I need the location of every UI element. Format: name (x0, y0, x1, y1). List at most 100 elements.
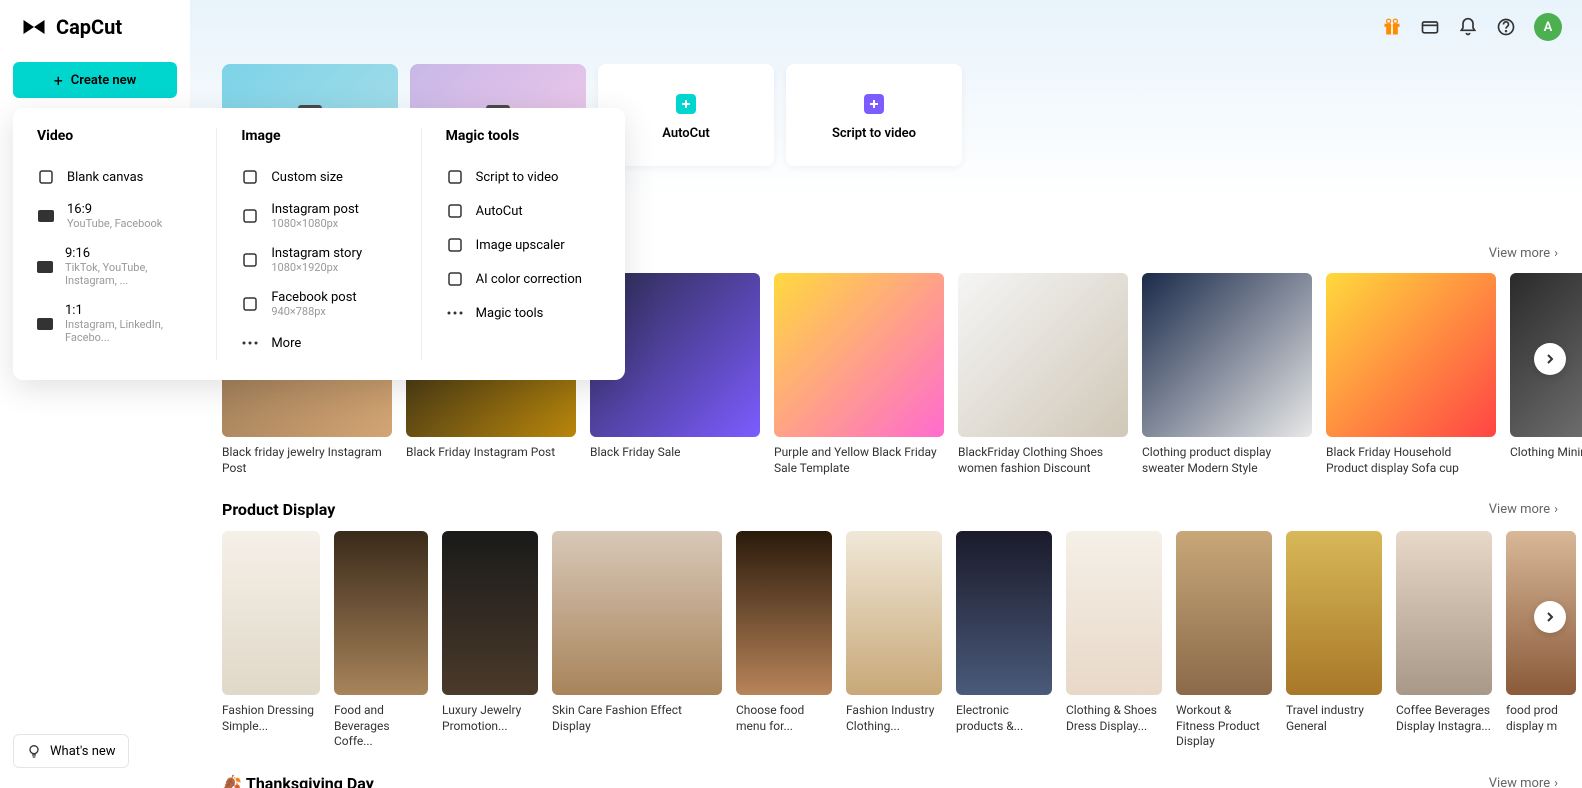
tile-label: Script to video (832, 126, 916, 141)
template-card[interactable]: Workout & Fitness Product Display (1176, 531, 1272, 750)
chevron-right-icon: › (1554, 246, 1558, 261)
dropdown-item-title: AutoCut (476, 204, 523, 219)
dropdown-heading: Video (37, 128, 192, 144)
whats-new-button[interactable]: What's new (13, 734, 129, 768)
plus-icon: + (54, 71, 63, 90)
template-title: Clothing Minimal (1510, 445, 1582, 461)
avatar[interactable]: A (1534, 13, 1562, 41)
template-card[interactable]: Electronic products &... (956, 531, 1052, 750)
template-title: Workout & Fitness Product Display (1176, 703, 1272, 750)
template-card[interactable]: Luxury Jewelry Promotion... (442, 531, 538, 750)
dropdown-item[interactable]: Image upscaler (446, 228, 601, 262)
dropdown-item[interactable]: Custom size (241, 160, 396, 194)
create-new-button[interactable]: + Create new (13, 62, 177, 98)
dropdown-item-title: Instagram story (271, 246, 362, 261)
instagram-icon (241, 251, 259, 269)
app-name: CapCut (56, 15, 122, 39)
template-card[interactable]: Coffee Beverages Display Instagra... (1396, 531, 1492, 750)
dropdown-item[interactable]: 9:16TikTok, YouTube, Instagram, ... (37, 238, 192, 295)
template-title: Black Friday Household Product display S… (1326, 445, 1496, 476)
view-more-link[interactable]: View more› (1489, 502, 1558, 517)
instagram-icon (241, 207, 259, 225)
template-card[interactable]: Choose food menu for... (736, 531, 832, 750)
template-thumbnail (1176, 531, 1272, 695)
template-title: food prod display m (1506, 703, 1576, 734)
dropdown-item[interactable]: More (241, 326, 396, 360)
dropdown-item-title: Custom size (271, 170, 343, 185)
dropdown-item[interactable]: 1:1Instagram, LinkedIn, Facebo... (37, 295, 192, 352)
template-card[interactable]: Skin Care Fashion Effect Display (552, 531, 722, 750)
template-title: Travel industry General (1286, 703, 1382, 734)
dropdown-item[interactable]: Facebook post940×788px (241, 282, 396, 326)
template-title: Fashion Industry Clothing... (846, 703, 942, 734)
template-card[interactable]: food prod display m (1506, 531, 1576, 750)
dropdown-item-subtitle: Instagram, LinkedIn, Facebo... (65, 318, 192, 344)
template-title: Electronic products &... (956, 703, 1052, 734)
template-card[interactable]: Purple and Yellow Black Friday Sale Temp… (774, 273, 944, 476)
view-more-link[interactable]: View more› (1489, 246, 1558, 261)
tile-label: AutoCut (662, 126, 710, 141)
dropdown-item[interactable]: Instagram post1080×1080px (241, 194, 396, 238)
template-card[interactable]: BlackFriday Clothing Shoes women fashion… (958, 273, 1128, 476)
ratio-1-1-icon (37, 315, 53, 333)
quick-tile[interactable]: Script to video (786, 64, 962, 166)
template-card[interactable]: Fashion Dressing Simple... (222, 531, 320, 750)
chevron-right-icon (1544, 353, 1556, 365)
dropdown-item[interactable]: 16:9YouTube, Facebook (37, 194, 192, 238)
template-title: Purple and Yellow Black Friday Sale Temp… (774, 445, 944, 476)
template-thumbnail (774, 273, 944, 437)
help-icon[interactable] (1496, 17, 1516, 37)
template-thumbnail (846, 531, 942, 695)
color-correction-icon (446, 270, 464, 288)
scroll-right-button[interactable] (1534, 601, 1566, 633)
template-title: Fashion Dressing Simple... (222, 703, 320, 734)
template-thumbnail (958, 273, 1128, 437)
bell-icon[interactable] (1458, 17, 1478, 37)
dropdown-item-title: 1:1 (65, 303, 192, 318)
scroll-right-button[interactable] (1534, 343, 1566, 375)
facebook-icon (241, 295, 259, 313)
dropdown-item-subtitle: 940×788px (271, 305, 356, 318)
template-thumbnail (1066, 531, 1162, 695)
whats-new-label: What's new (50, 744, 116, 759)
template-card[interactable]: Clothing & Shoes Dress Display... (1066, 531, 1162, 750)
card-icon[interactable] (1420, 17, 1440, 37)
custom-size-icon (241, 168, 259, 186)
dropdown-item-title: Magic tools (476, 306, 544, 321)
dropdown-item-subtitle: TikTok, YouTube, Instagram, ... (65, 261, 192, 287)
template-card[interactable]: Black Friday Household Product display S… (1326, 273, 1496, 476)
create-dropdown: Video Blank canvas16:9YouTube, Facebook9:… (13, 108, 625, 380)
gift-icon[interactable] (1382, 17, 1402, 37)
dropdown-heading: Image (241, 128, 396, 144)
template-card[interactable]: Travel industry General (1286, 531, 1382, 750)
template-card[interactable]: Clothing product display sweater Modern … (1142, 273, 1312, 476)
logo[interactable]: CapCut (20, 13, 122, 41)
more-icon (446, 304, 464, 322)
dropdown-item-title: Image upscaler (476, 238, 565, 253)
template-title: Black friday jewelry Instagram Post (222, 445, 392, 476)
template-card[interactable]: Fashion Industry Clothing... (846, 531, 942, 750)
template-thumbnail (334, 531, 428, 695)
dropdown-item[interactable]: AutoCut (446, 194, 601, 228)
dropdown-item[interactable]: Magic tools (446, 296, 601, 330)
section-title: Product Display (222, 500, 335, 519)
template-thumbnail (1396, 531, 1492, 695)
section-title: 🍂Thanksgiving Day (222, 774, 374, 788)
template-card[interactable]: Food and Beverages Coffe... (334, 531, 428, 750)
lightbulb-icon (26, 743, 42, 759)
template-thumbnail (222, 531, 320, 695)
view-more-link[interactable]: View more› (1489, 776, 1558, 788)
template-thumbnail (1142, 273, 1312, 437)
template-thumbnail (442, 531, 538, 695)
dropdown-item[interactable]: AI color correction (446, 262, 601, 296)
dropdown-item-subtitle: YouTube, Facebook (67, 217, 162, 230)
blank-canvas-icon (37, 168, 55, 186)
dropdown-item[interactable]: Blank canvas (37, 160, 192, 194)
dropdown-heading: Magic tools (446, 128, 601, 144)
dropdown-item-title: Script to video (476, 170, 559, 185)
capcut-logo-icon (20, 13, 48, 41)
dropdown-item[interactable]: Script to video (446, 160, 601, 194)
dropdown-item[interactable]: Instagram story1080×1920px (241, 238, 396, 282)
ratio-16-9-icon (37, 207, 55, 225)
chevron-right-icon: › (1554, 502, 1558, 517)
